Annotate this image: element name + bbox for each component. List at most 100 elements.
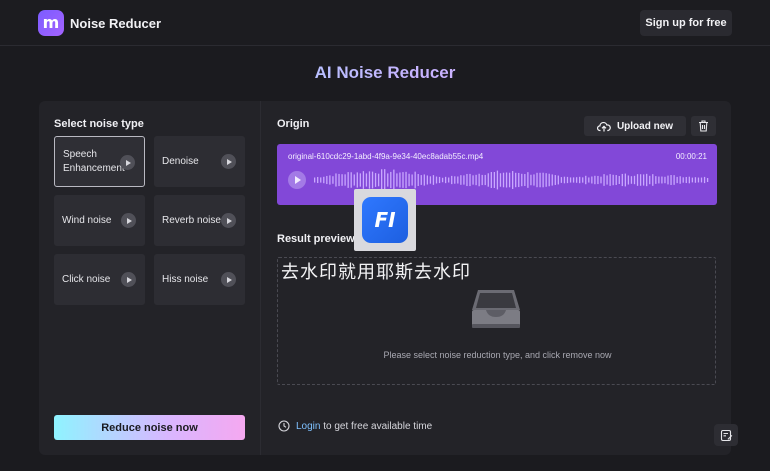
waveform-bar (323, 176, 325, 184)
waveform-bar (384, 169, 386, 191)
waveform-bar (579, 176, 581, 184)
waveform-bar (347, 172, 349, 188)
inbox-tray-icon (472, 290, 520, 328)
upload-new-button[interactable]: Upload new (584, 116, 686, 136)
login-link[interactable]: Login (296, 421, 320, 432)
waveform-bar (606, 175, 608, 185)
waveform-bar (414, 171, 416, 189)
waveform-bar (575, 177, 578, 183)
waveform-bar (539, 172, 541, 188)
waveform-bar (527, 172, 529, 188)
noise-tile-denoise[interactable]: Denoise (154, 136, 245, 187)
origin-label: Origin (277, 118, 310, 130)
noise-tile-hiss[interactable]: Hiss noise (154, 254, 245, 305)
waveform-bar (499, 173, 502, 187)
waveform-bar (326, 175, 328, 185)
waveform-bar (356, 172, 358, 188)
play-icon[interactable] (121, 272, 136, 287)
waveform-bar (466, 173, 468, 187)
audio-file-name: original-610cdc29-1abd-4f9a-9e34-40ec8ad… (288, 152, 484, 161)
waveform-bar (371, 171, 374, 189)
waveform-bar (377, 173, 380, 187)
waveform-bar (402, 172, 404, 188)
waveform-bar (472, 175, 474, 185)
noise-tile-click[interactable]: Click noise (54, 254, 145, 305)
waveform-bar (429, 176, 432, 184)
waveform-bar (642, 174, 645, 186)
waveform-bar (542, 172, 544, 188)
waveform-bar (314, 177, 316, 183)
waveform-bar (432, 175, 435, 185)
waveform-bar (676, 176, 678, 184)
play-icon[interactable] (120, 155, 135, 170)
feedback-button[interactable] (714, 424, 738, 446)
waveform-bar (685, 176, 687, 184)
waveform-bar (563, 176, 566, 184)
waveform-bar (630, 176, 633, 184)
waveform-bar (591, 176, 593, 184)
waveform-bar (320, 177, 322, 183)
result-preview-label: Result preview (277, 233, 355, 245)
watermark-logo: FI (354, 189, 416, 251)
waveform-bar (344, 174, 346, 186)
waveform-bar (560, 177, 563, 183)
waveform-bar (478, 173, 480, 187)
waveform-bar (652, 174, 654, 186)
waveform-bar (694, 177, 697, 183)
waveform-bar (609, 174, 611, 186)
waveform-bar (700, 177, 703, 183)
noise-tile-reverb[interactable]: Reverb noise (154, 195, 245, 246)
waveform-bar (667, 175, 669, 185)
waveform-bar (636, 174, 639, 186)
top-header: m Noise Reducer Sign up for free (0, 0, 770, 46)
waveform-bar (649, 175, 651, 185)
clock-icon (278, 420, 290, 432)
waveform-bar (365, 173, 368, 187)
app-name[interactable]: Noise Reducer (70, 16, 161, 31)
waveform-bar (487, 173, 489, 187)
upload-label: Upload new (616, 120, 674, 132)
waveform-bar (448, 177, 450, 183)
waveform-bar (536, 172, 538, 188)
waveform-bar (502, 172, 505, 188)
waveform-bar (420, 175, 422, 185)
waveform-bar (496, 170, 499, 190)
waveform-bar (338, 173, 340, 187)
play-icon[interactable] (288, 171, 306, 189)
play-icon[interactable] (221, 213, 236, 228)
waveform-bar (582, 177, 584, 183)
noise-tile-speech-enhancement[interactable]: Speech Enhancement (54, 136, 145, 187)
reduce-noise-button[interactable]: Reduce noise now (54, 415, 245, 440)
waveform-bar (521, 173, 523, 187)
delete-button[interactable] (691, 116, 716, 136)
play-icon[interactable] (121, 213, 136, 228)
signup-button[interactable]: Sign up for free (640, 10, 732, 36)
tile-label: Wind noise (62, 214, 112, 226)
waveform-bar (441, 177, 444, 183)
watermark-text: 去水印就用耶斯去水印 (281, 262, 471, 283)
waveform-bar (435, 176, 438, 184)
noise-tile-wind[interactable]: Wind noise (54, 195, 145, 246)
waveform-bar (463, 175, 465, 185)
app-logo-icon[interactable]: m (38, 10, 64, 36)
play-icon[interactable] (221, 154, 236, 169)
waveform-bar (658, 176, 660, 184)
waveform-bar (515, 172, 517, 188)
waveform-bar (438, 176, 441, 184)
waveform-bar (661, 176, 663, 184)
watermark-logo-icon: FI (362, 197, 408, 243)
waveform-bar (368, 171, 371, 189)
original-audio-player[interactable]: original-610cdc29-1abd-4f9a-9e34-40ec8ad… (277, 144, 717, 205)
login-hint: Login to get free available time (278, 420, 432, 432)
waveform-bar (703, 176, 706, 184)
waveform-bar (679, 176, 681, 184)
trash-icon (699, 120, 708, 132)
waveform-bar (353, 174, 355, 186)
waveform-bar (572, 177, 575, 183)
play-icon[interactable] (221, 272, 236, 287)
waveform-bar (615, 175, 617, 185)
page-title: AI Noise Reducer (0, 63, 770, 83)
waveform-bar (646, 173, 648, 187)
cloud-upload-icon (596, 121, 611, 131)
waveform-bar (408, 173, 410, 187)
